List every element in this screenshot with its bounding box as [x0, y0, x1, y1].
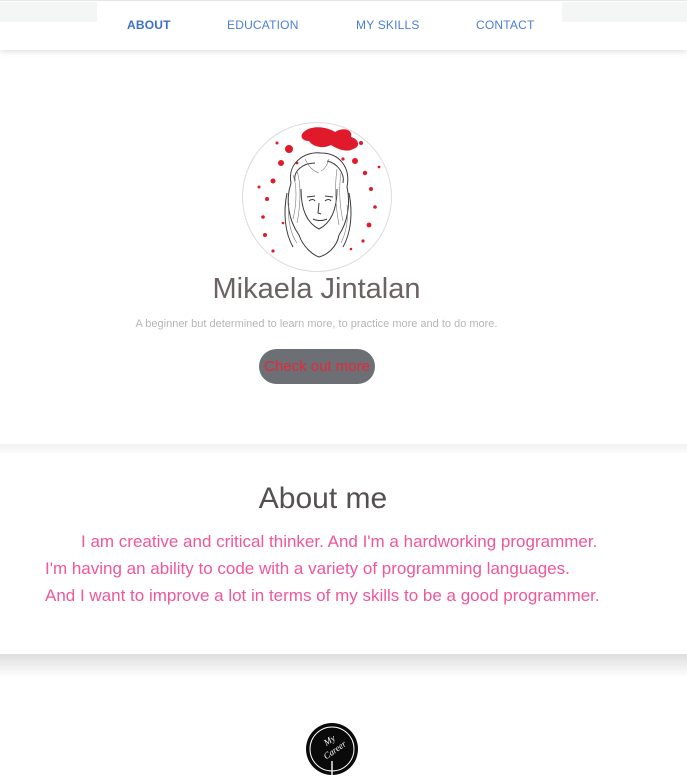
profile-tagline: A beginner but determined to learn more,… [135, 318, 498, 330]
nav-link-my-skills[interactable]: MY SKILLS [356, 18, 420, 32]
about-title: About me [258, 482, 388, 515]
portrait-sketch-icon [242, 122, 392, 272]
nav-links: ABOUT EDUCATION MY SKILLS CONTACT [0, 1, 687, 51]
footer: My Career [0, 678, 687, 784]
check-out-more-button[interactable]: Check out more [259, 349, 375, 384]
my-career-logo-icon[interactable]: My Career [306, 723, 358, 775]
about-line: I'm having an ability to code with a var… [45, 559, 570, 578]
about-line: And I want to improve a lot in terms of … [45, 586, 600, 605]
nav-link-education[interactable]: EDUCATION [227, 18, 299, 32]
profile-name: Mikaela Jintalan [212, 273, 421, 305]
about-section: About me I am creative and critical thin… [0, 453, 687, 654]
about-line: I am creative and critical thinker. And … [81, 532, 598, 551]
navbar: ABOUT EDUCATION MY SKILLS CONTACT [0, 0, 687, 50]
about-text: I am creative and critical thinker. And … [45, 528, 665, 609]
nav-link-contact[interactable]: CONTACT [476, 18, 535, 32]
hero-section: Mikaela Jintalan A beginner but determin… [0, 50, 687, 444]
nav-link-about[interactable]: ABOUT [127, 18, 171, 32]
section-divider [0, 444, 687, 453]
section-divider-shadow [0, 654, 687, 678]
